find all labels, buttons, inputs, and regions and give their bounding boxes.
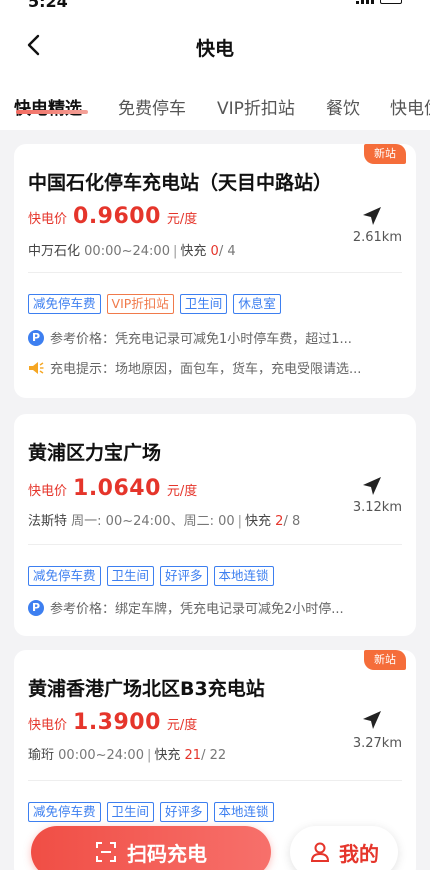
hours: 00:00~24:00	[58, 748, 144, 763]
tag: 卫生间	[179, 294, 228, 314]
distance: 2.61km	[352, 230, 402, 245]
station-meta: 中万石化 00:00~24:00 | 快充 0/ 4	[28, 244, 236, 259]
price-row: 快电价 1.3900 元/度	[28, 710, 197, 735]
tag-list: 减免停车费 卫生间 好评多 本地连锁	[28, 802, 274, 822]
fast-available: 21	[184, 748, 202, 763]
price-unit: 元/度	[166, 212, 198, 227]
price-label: 快电价	[28, 484, 68, 499]
tab-featured[interactable]: 快电精选	[14, 94, 82, 119]
tag: VIP折扣站	[106, 294, 174, 314]
scan-charge-label: 扫码充电	[127, 841, 207, 866]
tab-indicator	[16, 110, 88, 114]
operator: 瑜珩	[28, 748, 55, 763]
fast-available: 0	[210, 244, 219, 259]
parking-icon: P	[28, 599, 44, 616]
price-unit: 元/度	[166, 484, 198, 499]
parking-info-text: 参考价格：凭充电记录可减免1小时停车费，超过1...	[50, 332, 352, 347]
hours: 00:00~24:00	[84, 244, 170, 259]
operator: 中万石化	[28, 244, 81, 259]
station-name: 黄浦香港广场北区B3充电站	[28, 678, 265, 700]
station-card[interactable]: 黄浦区力宝广场 快电价 1.0640 元/度 法斯特 周一: 00~24:00、…	[14, 414, 416, 636]
fast-label: 快充	[180, 244, 207, 259]
tab-more[interactable]: 快电优	[390, 94, 430, 119]
user-icon	[310, 842, 330, 862]
price-unit: 元/度	[166, 718, 198, 733]
nav-bar: 快电	[0, 14, 430, 80]
parking-icon: P	[28, 329, 44, 346]
price-label: 快电价	[28, 718, 68, 733]
charging-tip: 充电提示：场地原因，面包车，货车，充电受限请选...	[28, 358, 402, 377]
station-meta: 瑜珩 00:00~24:00 | 快充 21/ 22	[28, 748, 227, 763]
bottom-action-bar: 扫码充电 我的	[0, 820, 430, 870]
fast-total: / 4	[218, 244, 236, 259]
price-label: 快电价	[28, 212, 68, 227]
fast-total: / 22	[201, 748, 227, 763]
station-name: 黄浦区力宝广场	[28, 442, 162, 464]
tag-list: 减免停车费 卫生间 好评多 本地连锁	[28, 566, 274, 586]
category-tabs: 快电精选 免费停车 VIP折扣站 餐饮 快电优	[0, 80, 430, 130]
tab-vip-discount[interactable]: VIP折扣站	[217, 94, 295, 119]
page-title: 快电	[195, 38, 234, 60]
battery-icon	[380, 0, 402, 4]
fast-label: 快充	[154, 748, 181, 763]
station-card[interactable]: 新站 中国石化停车充电站（天目中路站） 快电价 0.9600 元/度 中万石化 …	[14, 144, 416, 398]
tag: 休息室	[233, 294, 281, 314]
operator: 法斯特	[28, 514, 68, 529]
tag: 减免停车费	[28, 294, 101, 314]
divider	[28, 272, 402, 273]
my-label: 我的	[339, 841, 379, 866]
tag: 卫生间	[106, 566, 155, 586]
tag-list: 减免停车费 VIP折扣站 卫生间 休息室	[28, 294, 281, 314]
navigate-arrow-icon[interactable]	[362, 710, 382, 730]
navigate-arrow-icon[interactable]	[362, 476, 382, 496]
status-time: 5:24	[28, 0, 68, 11]
parking-info: P 参考价格：绑定车牌，凭充电记录可减免2小时停...	[28, 598, 402, 617]
hours: 周一: 00~24:00、周二: 00	[71, 514, 235, 529]
tag: 本地连锁	[213, 566, 274, 586]
price-value: 1.0640	[73, 476, 161, 501]
tag: 减免停车费	[28, 802, 101, 822]
tag: 好评多	[160, 566, 208, 586]
parking-info: P 参考价格：凭充电记录可减免1小时停车费，超过1...	[28, 328, 402, 347]
fast-total: / 8	[283, 514, 301, 529]
price-value: 1.3900	[73, 710, 161, 735]
signal-icon	[356, 0, 374, 4]
parking-info-text: 参考价格：绑定车牌，凭充电记录可减免2小时停...	[50, 602, 344, 617]
divider	[28, 780, 402, 781]
tag: 本地连锁	[213, 802, 274, 822]
tag: 卫生间	[106, 802, 155, 822]
speaker-icon	[29, 361, 44, 374]
price-row: 快电价 1.0640 元/度	[28, 476, 197, 501]
distance: 3.12km	[352, 500, 402, 515]
price-row: 快电价 0.9600 元/度	[28, 204, 197, 229]
divider	[28, 544, 402, 545]
charging-tip-text: 充电提示：场地原因，面包车，货车，充电受限请选...	[50, 362, 362, 377]
price-value: 0.9600	[73, 204, 161, 229]
station-meta: 法斯特 周一: 00~24:00、周二: 00 | 快充 2/ 8	[28, 514, 301, 529]
status-icons	[356, 0, 402, 4]
tag: 好评多	[160, 802, 208, 822]
tag: 减免停车费	[28, 566, 101, 586]
distance: 3.27km	[352, 736, 402, 751]
status-bar: 5:24	[0, 0, 430, 14]
new-station-badge: 新站	[364, 650, 406, 670]
new-station-badge: 新站	[364, 144, 406, 164]
tab-free-parking[interactable]: 免费停车	[118, 94, 186, 119]
navigate-arrow-icon[interactable]	[362, 206, 382, 226]
tab-dining[interactable]: 餐饮	[326, 94, 360, 119]
scan-charge-button[interactable]: 扫码充电	[31, 826, 271, 870]
station-name: 中国石化停车充电站（天目中路站）	[28, 172, 333, 194]
scan-icon	[96, 842, 116, 862]
my-button[interactable]: 我的	[290, 826, 398, 870]
fast-label: 快充	[245, 514, 272, 529]
